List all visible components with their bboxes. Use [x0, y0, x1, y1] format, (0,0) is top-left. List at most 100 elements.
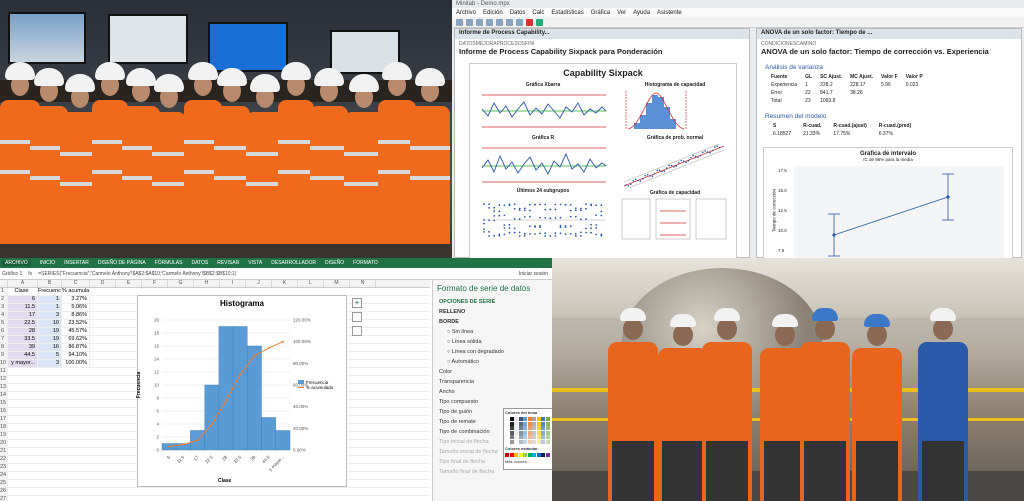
- color-swatch[interactable]: [527, 421, 532, 426]
- help-icon[interactable]: [536, 18, 543, 26]
- column-header[interactable]: N: [350, 280, 376, 287]
- color-swatch[interactable]: [514, 452, 518, 457]
- name-box[interactable]: Gráfico 1: [2, 271, 22, 277]
- line-property[interactable]: Transparencia: [433, 377, 552, 387]
- color-swatch[interactable]: [518, 430, 523, 435]
- color-swatch[interactable]: [505, 430, 509, 435]
- menu-item[interactable]: Archivo: [456, 10, 476, 16]
- tab-anova[interactable]: ANOVA de un solo factor: Tiempo de ...: [757, 29, 1021, 39]
- color-swatch[interactable]: [523, 430, 527, 435]
- menu-item[interactable]: Datos: [510, 10, 526, 16]
- row-number[interactable]: 17: [0, 416, 8, 423]
- row-number[interactable]: 12: [0, 376, 8, 383]
- color-swatch[interactable]: [523, 421, 527, 426]
- column-header[interactable]: F: [142, 280, 168, 287]
- column-header[interactable]: A: [8, 280, 38, 287]
- color-swatch[interactable]: [518, 439, 523, 444]
- row-number[interactable]: 18: [0, 424, 8, 431]
- color-swatch[interactable]: [527, 452, 532, 457]
- more-colors-link[interactable]: Más colores...: [504, 458, 552, 465]
- row-number[interactable]: 14: [0, 392, 8, 399]
- row-number[interactable]: 9: [0, 352, 8, 359]
- data-cell[interactable]: 3: [38, 360, 62, 367]
- color-swatch[interactable]: [536, 430, 541, 435]
- color-swatch[interactable]: [509, 435, 514, 439]
- line-option-radio[interactable]: ○ Línea sólida: [433, 337, 552, 347]
- histogram-bar[interactable]: [261, 417, 276, 451]
- menu-item[interactable]: Gráfica: [591, 10, 610, 16]
- row-number[interactable]: 11: [0, 368, 8, 375]
- fill-section[interactable]: RELLENO: [433, 307, 552, 317]
- column-header[interactable]: D: [90, 280, 116, 287]
- color-swatch[interactable]: [509, 421, 514, 426]
- color-swatch[interactable]: [518, 426, 523, 430]
- row-number[interactable]: 1: [0, 288, 8, 295]
- data-cell[interactable]: 1: [38, 296, 62, 303]
- color-swatch[interactable]: [536, 426, 541, 430]
- data-cell[interactable]: 86.87%: [62, 344, 90, 351]
- corner-cell[interactable]: [0, 280, 8, 287]
- row-number[interactable]: 3: [0, 304, 8, 311]
- cumulative-point[interactable]: [253, 354, 256, 357]
- data-cell[interactable]: 22.5: [8, 320, 38, 327]
- color-swatch[interactable]: [541, 439, 545, 444]
- row-number[interactable]: 26: [0, 488, 8, 495]
- color-swatch[interactable]: [514, 421, 518, 426]
- color-swatch[interactable]: [545, 417, 550, 421]
- data-cell[interactable]: 8.86%: [62, 312, 90, 319]
- histogram-bar[interactable]: [218, 326, 234, 451]
- line-option-radio[interactable]: ○ Línea con degradado: [433, 347, 552, 357]
- data-cell[interactable]: 100.00%: [62, 360, 90, 367]
- color-swatch[interactable]: [545, 421, 550, 426]
- border-section[interactable]: BORDE: [433, 317, 552, 327]
- color-swatch[interactable]: [532, 430, 536, 435]
- color-swatch[interactable]: [536, 417, 541, 421]
- color-swatch[interactable]: [536, 452, 541, 457]
- row-number[interactable]: 19: [0, 432, 8, 439]
- color-swatch[interactable]: [514, 435, 518, 439]
- color-swatch[interactable]: [509, 430, 514, 435]
- row-number[interactable]: 2: [0, 296, 8, 303]
- histogram-bar[interactable]: [275, 430, 291, 451]
- line-option-radio[interactable]: ○ Sin línea: [433, 327, 552, 337]
- color-swatch[interactable]: [505, 426, 509, 430]
- menu-item[interactable]: Ayuda: [633, 10, 650, 16]
- row-number[interactable]: 4: [0, 312, 8, 319]
- column-header[interactable]: M: [324, 280, 350, 287]
- menu-item[interactable]: Estadísticas: [551, 10, 583, 16]
- formula-input[interactable]: =SERIES("Frecuencia";'Carmelo Anthony'!$…: [38, 271, 236, 277]
- data-cell[interactable]: 28: [8, 328, 38, 335]
- row-number[interactable]: 24: [0, 472, 8, 479]
- header-cell[interactable]: % acumulado: [62, 288, 90, 295]
- data-cell[interactable]: 19: [38, 336, 62, 343]
- row-number[interactable]: 16: [0, 408, 8, 415]
- color-swatch[interactable]: [532, 426, 536, 430]
- cumulative-point[interactable]: [196, 439, 199, 442]
- data-cell[interactable]: 3: [38, 312, 62, 319]
- line-option-radio[interactable]: ○ Automático: [433, 357, 552, 367]
- color-swatch[interactable]: [523, 452, 527, 457]
- color-swatch[interactable]: [505, 439, 509, 444]
- header-cell[interactable]: Clase: [8, 288, 38, 295]
- row-number[interactable]: 25: [0, 480, 8, 487]
- row-number[interactable]: 8: [0, 344, 8, 351]
- data-cell[interactable]: 5: [38, 352, 62, 359]
- color-swatch[interactable]: [541, 417, 545, 421]
- color-swatch[interactable]: [532, 421, 536, 426]
- color-swatch[interactable]: [536, 435, 541, 439]
- ribbon-tab[interactable]: DESARROLLADOR: [271, 260, 316, 266]
- color-swatch[interactable]: [541, 435, 545, 439]
- cumulative-point[interactable]: [182, 443, 185, 446]
- color-swatch[interactable]: [514, 426, 518, 430]
- data-cell[interactable]: 6: [8, 296, 38, 303]
- ribbon-tab[interactable]: DISEÑO DE PÁGINA: [98, 260, 146, 266]
- row-number[interactable]: 27: [0, 496, 8, 501]
- row-number[interactable]: 15: [0, 400, 8, 407]
- cumulative-point[interactable]: [168, 445, 171, 448]
- row-number[interactable]: 10: [0, 360, 8, 367]
- open-icon[interactable]: [466, 18, 473, 26]
- column-header[interactable]: J: [246, 280, 272, 287]
- color-swatch[interactable]: [541, 421, 545, 426]
- color-swatch[interactable]: [536, 421, 541, 426]
- data-cell[interactable]: 11.5: [8, 304, 38, 311]
